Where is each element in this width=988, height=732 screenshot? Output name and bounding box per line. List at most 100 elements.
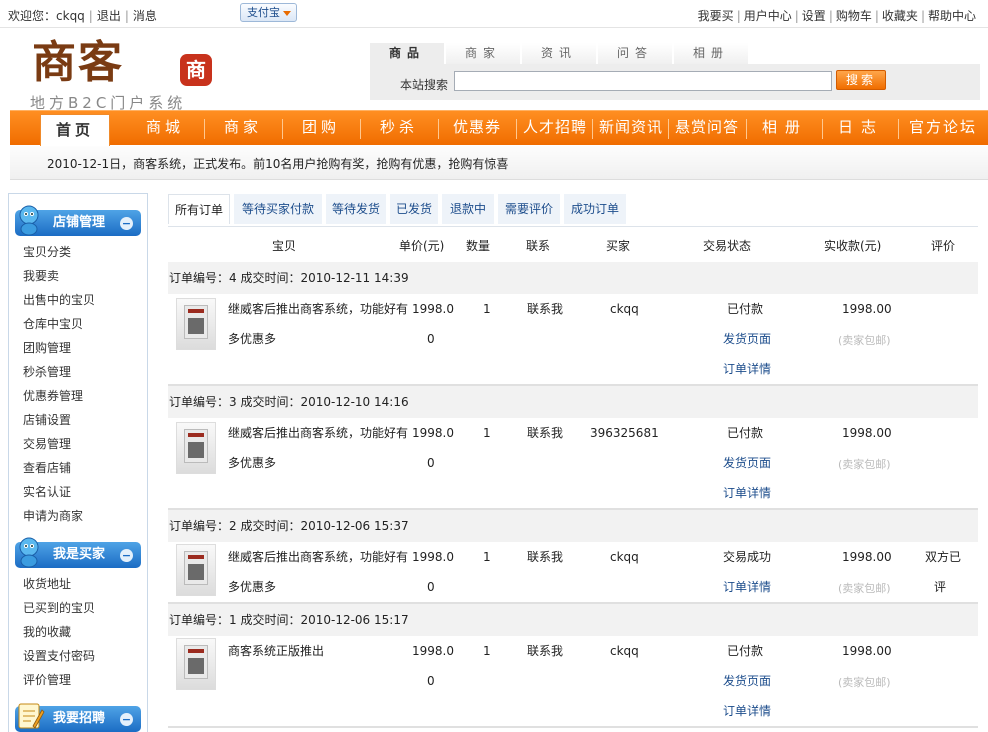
sidebar-item-categories[interactable]: 宝贝分类 [23, 243, 71, 260]
order-block: 订单编号：4 成交时间：2010-12-11 14:39 继威客后推出商客系统，… [168, 262, 978, 386]
search-tab-products[interactable]: 商品 [370, 43, 444, 64]
tab-all-orders[interactable]: 所有订单 [168, 194, 230, 224]
sidebar-item-sell[interactable]: 我要卖 [23, 267, 59, 284]
sidebar-item-pay-password[interactable]: 设置支付密码 [23, 647, 95, 664]
contact-seller-link[interactable]: 联系我 [527, 300, 563, 317]
sidebar-item-group-buy[interactable]: 团购管理 [23, 339, 71, 356]
product-title-line[interactable]: 继威客后推出商客系统，功能好有 [228, 548, 408, 565]
nav-albums[interactable]: 相册 [748, 111, 822, 146]
sidebar-item-trades[interactable]: 交易管理 [23, 435, 71, 452]
product-thumbnail[interactable] [176, 422, 216, 474]
column-header-qty: 数量 [466, 239, 491, 253]
nav-flash-sale[interactable]: 秒杀 [362, 111, 436, 146]
nav-bounty-qa[interactable]: 悬赏问答 [668, 111, 746, 146]
contact-seller-link[interactable]: 联系我 [527, 424, 563, 441]
search-button[interactable]: 搜索 [836, 70, 886, 90]
tab-need-review[interactable]: 需要评价 [498, 194, 560, 224]
order-details-link[interactable]: 订单详情 [723, 484, 771, 501]
product-title-line[interactable]: 多优惠多 [228, 578, 276, 595]
chevron-down-icon [283, 11, 291, 16]
search-tab-merchants[interactable]: 商家 [446, 43, 520, 64]
product-thumbnail[interactable] [176, 544, 216, 596]
nav-forum[interactable]: 官方论坛 [898, 111, 988, 146]
product-title-line[interactable]: 继威客后推出商客系统，功能好有 [228, 300, 408, 317]
collapse-icon[interactable]: − [120, 713, 133, 726]
search-tab-albums[interactable]: 相册 [674, 43, 748, 64]
contact-seller-link[interactable]: 联系我 [527, 548, 563, 565]
tab-refunding[interactable]: 退款中 [442, 194, 494, 224]
sidebar-section-title: 店铺管理 [53, 215, 106, 230]
sidebar-item-on-sale[interactable]: 出售中的宝贝 [23, 291, 95, 308]
top-bar: 欢迎您：ckqq | 退出 | 消息 支付宝 我要买 | 用户中心 | 设置 | 购物车 | 收藏夹 | 帮… [0, 0, 988, 28]
sidebar-item-warehouse[interactable]: 仓库中宝贝 [23, 315, 83, 332]
top-link-favorites[interactable]: 收藏夹 [882, 9, 918, 23]
nav-mall[interactable]: 商城 [128, 111, 202, 146]
top-link-buy[interactable]: 我要买 [698, 9, 734, 23]
order-details-link[interactable]: 订单详情 [723, 360, 771, 377]
tab-awaiting-payment[interactable]: 等待买家付款 [234, 194, 322, 224]
nav-jobs[interactable]: 人才招聘 [516, 111, 594, 146]
product-thumbnail[interactable] [176, 298, 216, 350]
product-title-line[interactable]: 多优惠多 [228, 454, 276, 471]
top-link-cart[interactable]: 购物车 [836, 9, 872, 23]
sidebar-section-buyer[interactable]: 我是买家 − [15, 537, 141, 568]
order-details-link[interactable]: 订单详情 [723, 578, 771, 595]
contact-seller-link[interactable]: 联系我 [527, 642, 563, 659]
collapse-icon[interactable]: − [120, 549, 133, 562]
sidebar-item-address[interactable]: 收货地址 [23, 575, 71, 592]
shipping-page-link[interactable]: 发货页面 [723, 672, 771, 689]
product-title-line[interactable]: 多优惠多 [228, 330, 276, 347]
unit-price: 1998.0 [412, 550, 454, 564]
product-title-line[interactable]: 商客系统正版推出 [228, 642, 324, 659]
quantity: 1 [483, 302, 491, 316]
search-input[interactable] [454, 71, 832, 91]
sidebar-item-shop-settings[interactable]: 店铺设置 [23, 411, 71, 428]
buyer-name[interactable]: ckqq [610, 644, 639, 658]
tab-awaiting-shipment[interactable]: 等待发货 [326, 194, 386, 224]
sidebar-item-coupons[interactable]: 优惠券管理 [23, 387, 83, 404]
search-tab-news[interactable]: 资讯 [522, 43, 596, 64]
sidebar-item-flash-sale[interactable]: 秒杀管理 [23, 363, 71, 380]
alipay-dropdown[interactable]: 支付宝 [240, 3, 297, 22]
announcement-text[interactable]: 2010-12-1日，商客系统，正式发布。前10名用户抢购有奖，抢购有优惠，抢购… [47, 155, 508, 172]
trade-status: 交易成功 [723, 550, 772, 564]
nav-news[interactable]: 新闻资讯 [592, 111, 670, 146]
search-tab-qa[interactable]: 问答 [598, 43, 672, 64]
top-link-help[interactable]: 帮助中心 [928, 9, 976, 23]
top-link-settings[interactable]: 设置 [802, 9, 826, 23]
sidebar-item-reviews[interactable]: 评价管理 [23, 671, 71, 688]
tab-completed[interactable]: 成功订单 [564, 194, 626, 224]
buyer-name[interactable]: ckqq [610, 302, 639, 316]
nav-coupons[interactable]: 优惠券 [440, 111, 514, 146]
nav-blog[interactable]: 日志 [824, 111, 898, 146]
sidebar-item-apply-merchant[interactable]: 申请为商家 [23, 507, 83, 524]
sidebar-section-shop[interactable]: 店铺管理 − [15, 205, 141, 236]
shipping-page-link[interactable]: 发货页面 [723, 330, 771, 347]
unit-price: 1998.0 [412, 302, 454, 316]
sidebar-item-view-shop[interactable]: 查看店铺 [23, 459, 71, 476]
received-amount: 1998.00 [842, 426, 892, 440]
collapse-icon[interactable]: − [120, 217, 133, 230]
nav-merchants[interactable]: 商家 [206, 111, 280, 146]
shipping-page-link[interactable]: 发货页面 [723, 454, 771, 471]
nav-group-buy[interactable]: 团购 [284, 111, 358, 146]
username-link[interactable]: ckqq [56, 9, 85, 23]
buyer-name[interactable]: 396325681 [590, 426, 659, 440]
product-thumbnail[interactable] [176, 638, 216, 690]
sidebar-section-recruit[interactable]: 我要招聘 − [15, 703, 141, 732]
unit-price-decimal: 0 [427, 674, 435, 688]
site-logo[interactable]: 商客 商 地方B2C门户系统 [30, 38, 230, 112]
tab-shipped[interactable]: 已发货 [390, 194, 438, 224]
sidebar-item-favorites[interactable]: 我的收藏 [23, 623, 71, 640]
logout-link[interactable]: 退出 [97, 9, 121, 23]
top-link-user-center[interactable]: 用户中心 [744, 9, 792, 23]
review-status: 评 [934, 580, 947, 594]
search-label: 本站搜索 [400, 78, 449, 92]
order-details-link[interactable]: 订单详情 [723, 702, 771, 719]
sidebar-item-bought[interactable]: 已买到的宝贝 [23, 599, 95, 616]
sidebar-item-verification[interactable]: 实名认证 [23, 483, 71, 500]
product-title-line[interactable]: 继威客后推出商客系统，功能好有 [228, 424, 408, 441]
nav-home[interactable]: 首页 [40, 114, 110, 147]
buyer-name[interactable]: ckqq [610, 550, 639, 564]
messages-link[interactable]: 消息 [133, 9, 157, 23]
